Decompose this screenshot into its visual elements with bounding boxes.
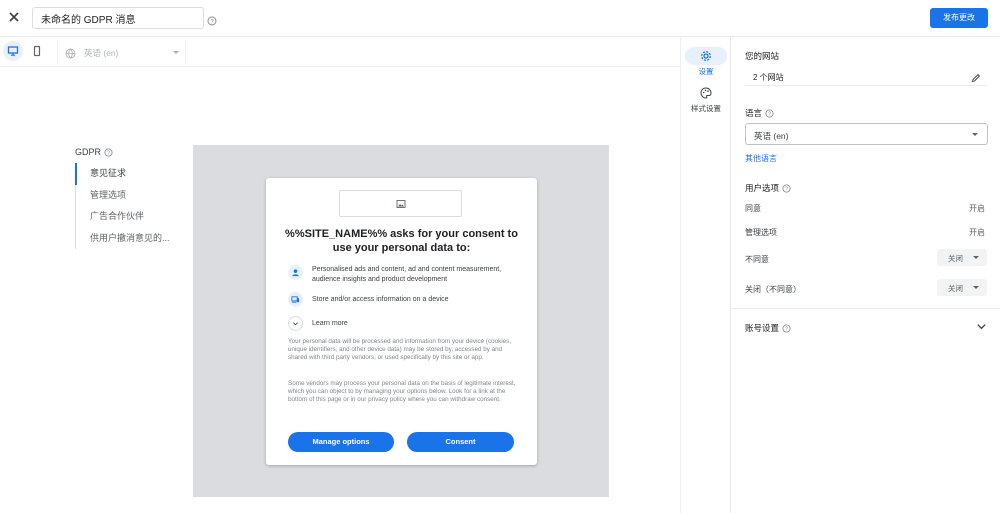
- help-icon[interactable]: ?: [782, 323, 791, 333]
- choice-row-consent: 同意 开启: [745, 204, 985, 213]
- account-settings-row[interactable]: 账号设置 ?: [745, 322, 791, 334]
- nav-list: 意见征求 管理选项 广告合作伙伴 供用户撤消意见的...: [75, 163, 185, 249]
- consent-paragraph: Your personal data will be processed and…: [288, 338, 512, 361]
- nav-item-withdraw-consent[interactable]: 供用户撤消意见的...: [75, 227, 185, 249]
- preview-toolbar: 英语 (en): [0, 37, 680, 67]
- close-choice-dropdown[interactable]: 关闭: [937, 279, 987, 296]
- svg-text:?: ?: [785, 186, 788, 192]
- help-icon[interactable]: ?: [782, 183, 791, 193]
- language-value: 英语 (en): [754, 131, 789, 141]
- learn-more-link[interactable]: Learn more: [312, 316, 348, 329]
- caret-down-icon: [173, 51, 179, 54]
- preview-language-select[interactable]: 英语 (en): [57, 40, 186, 64]
- caret-down-icon: [973, 286, 979, 289]
- choice-row-do-not-consent: 不同意 关闭: [745, 249, 987, 266]
- rail-item-settings[interactable]: 设置: [681, 47, 731, 77]
- purpose-item: Store and/or access information on a dev…: [288, 292, 518, 307]
- svg-text:?: ?: [785, 326, 788, 332]
- desktop-view-button[interactable]: [3, 41, 23, 61]
- help-icon[interactable]: ?: [207, 13, 217, 31]
- nav-item-manage-options[interactable]: 管理选项: [75, 184, 185, 206]
- preview-language-value: 英语 (en): [84, 48, 119, 58]
- person-icon: [288, 265, 303, 280]
- user-choices-label-row: 用户选项 ?: [745, 182, 791, 194]
- mobile-view-button[interactable]: [27, 41, 47, 61]
- palette-icon: [700, 87, 712, 99]
- consent-dialog-preview: %%SITE_NAME%% asks for your consent to u…: [266, 178, 537, 465]
- gear-icon: [701, 51, 711, 61]
- globe-icon: [65, 46, 76, 64]
- language-label-row: 语言 ?: [745, 107, 774, 119]
- desktop-icon: [7, 46, 19, 56]
- sites-selector[interactable]: 2 个网站: [745, 66, 987, 86]
- logo-placeholder[interactable]: [339, 190, 462, 217]
- settings-rail: 设置 样式设置: [680, 37, 731, 513]
- consent-paragraph: Some vendors may process your personal d…: [288, 380, 516, 403]
- choice-row-manage: 管理选项 开启: [745, 228, 985, 237]
- learn-more-row[interactable]: Learn more: [288, 316, 518, 331]
- dialog-title: %%SITE_NAME%% asks for your consent to u…: [285, 228, 518, 254]
- manage-options-button[interactable]: Manage options: [288, 432, 394, 452]
- sites-value: 2 个网站: [753, 73, 784, 82]
- language-dropdown[interactable]: 英语 (en): [745, 123, 988, 145]
- rail-item-style[interactable]: 样式设置: [681, 84, 731, 114]
- purpose-item: Personalised ads and content, ad and con…: [288, 265, 518, 284]
- edit-icon[interactable]: [971, 70, 981, 88]
- choice-value: 开启: [969, 228, 985, 237]
- do-not-consent-dropdown[interactable]: 关闭: [937, 249, 987, 266]
- rail-settings-label: 设置: [698, 67, 714, 76]
- caret-down-icon: [973, 256, 979, 259]
- consent-button[interactable]: Consent: [407, 432, 514, 452]
- publish-button[interactable]: 发布更改: [930, 8, 988, 28]
- message-title-input[interactable]: [32, 7, 204, 29]
- nav-item-consent[interactable]: 意见征求: [75, 163, 185, 185]
- mobile-icon: [33, 45, 41, 57]
- nav-title: GDPR ?: [75, 147, 185, 157]
- image-icon: [396, 199, 405, 208]
- nav-item-ad-partners[interactable]: 广告合作伙伴: [75, 206, 185, 228]
- rail-style-label: 样式设置: [691, 104, 721, 113]
- more-languages-link[interactable]: 其他语言: [745, 153, 777, 164]
- sites-label: 您的网站: [745, 51, 780, 61]
- device-icon: [288, 292, 303, 307]
- help-icon[interactable]: ?: [104, 147, 113, 157]
- divider: [731, 308, 1000, 309]
- chevron-down-icon: [288, 316, 303, 331]
- svg-text:?: ?: [768, 111, 771, 117]
- top-bar: ? 发布更改: [0, 0, 1000, 37]
- choice-value: 开启: [969, 204, 985, 213]
- purpose-text: Store and/or access information on a dev…: [312, 296, 449, 303]
- choice-row-close: 关闭（不同意） 关闭: [745, 279, 987, 296]
- expand-chevron-icon[interactable]: [976, 319, 987, 337]
- close-icon[interactable]: [6, 9, 22, 25]
- purpose-text: Personalised ads and content, ad and con…: [312, 266, 502, 283]
- help-icon[interactable]: ?: [765, 108, 774, 118]
- caret-down-icon: [972, 133, 978, 136]
- svg-text:?: ?: [107, 150, 110, 156]
- message-nav: GDPR ? 意见征求 管理选项 广告合作伙伴 供用户撤消意见的...: [75, 147, 185, 249]
